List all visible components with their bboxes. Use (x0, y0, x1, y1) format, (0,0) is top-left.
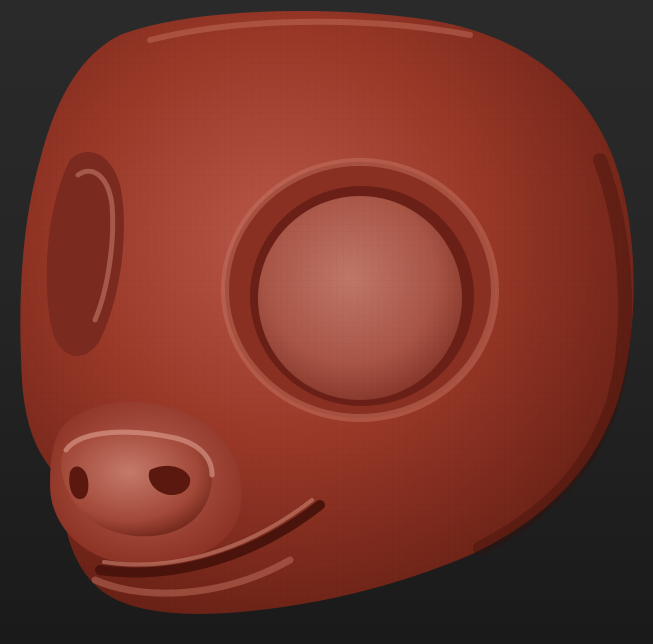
sculpted-head-render (20, 11, 634, 614)
viewport[interactable] (0, 0, 653, 644)
